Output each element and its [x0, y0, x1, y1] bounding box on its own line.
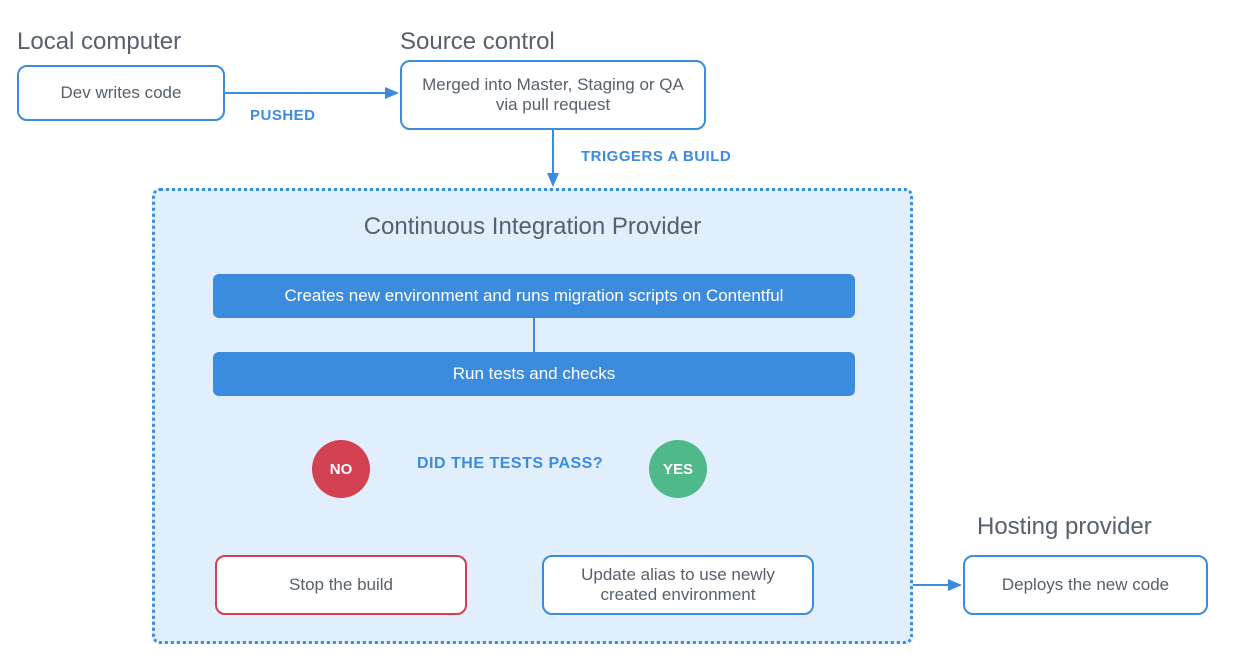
- box-stop-build: Stop the build: [215, 555, 467, 615]
- box-dev-writes-code: Dev writes code: [17, 65, 225, 121]
- ci-panel-title: Continuous Integration Provider: [152, 213, 913, 241]
- box-text: Deploys the new code: [1002, 575, 1169, 595]
- box-text: Merged into Master, Staging or QA via pu…: [414, 75, 692, 115]
- circle-text: YES: [663, 461, 693, 478]
- bar-text: Run tests and checks: [453, 364, 616, 384]
- section-title-hosting: Hosting provider: [977, 513, 1152, 541]
- box-deploys-code: Deploys the new code: [963, 555, 1208, 615]
- edge-label-triggers: TRIGGERS A BUILD: [581, 148, 731, 165]
- box-merged-master: Merged into Master, Staging or QA via pu…: [400, 60, 706, 130]
- ci-step-env: Creates new environment and runs migrati…: [213, 274, 855, 318]
- decision-no: NO: [312, 440, 370, 498]
- ci-step-tests: Run tests and checks: [213, 352, 855, 396]
- box-text: Dev writes code: [61, 83, 182, 103]
- edge-label-tests-pass: DID THE TESTS PASS?: [417, 455, 603, 473]
- section-title-local: Local computer: [17, 28, 181, 56]
- decision-yes: YES: [649, 440, 707, 498]
- section-title-source-control: Source control: [400, 28, 555, 56]
- circle-text: NO: [330, 461, 353, 478]
- edge-label-pushed: PUSHED: [250, 107, 316, 124]
- box-text: Stop the build: [289, 575, 393, 595]
- bar-text: Creates new environment and runs migrati…: [285, 286, 784, 306]
- box-text: Update alias to use newly created enviro…: [556, 565, 800, 605]
- box-update-alias: Update alias to use newly created enviro…: [542, 555, 814, 615]
